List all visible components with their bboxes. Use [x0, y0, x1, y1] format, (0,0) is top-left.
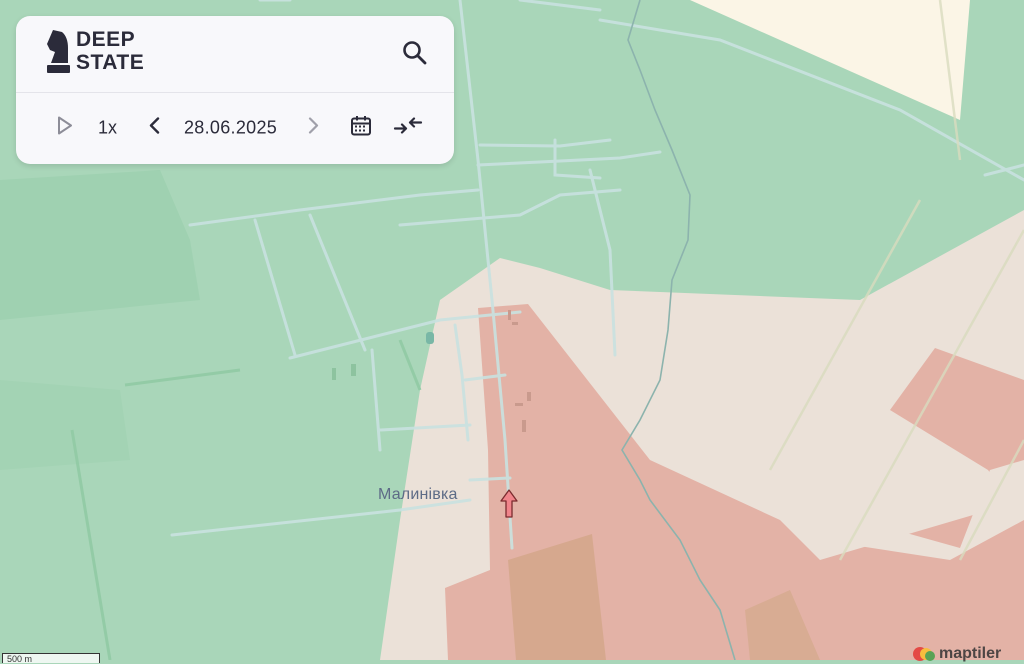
- attribution-logo[interactable]: maptiler: [912, 645, 1001, 663]
- compress-arrows-icon: [393, 117, 423, 134]
- settlement-label: Малинівка: [378, 486, 458, 503]
- current-date[interactable]: 28.06.2025: [184, 118, 277, 139]
- scale-bar: 500 m: [2, 653, 100, 664]
- previous-day-button[interactable]: [148, 117, 162, 140]
- timeline-controls: 1x 28.06.2025: [16, 92, 454, 164]
- search-icon: [403, 41, 427, 65]
- chevron-left-icon: [149, 117, 160, 134]
- chess-knight-icon: [47, 30, 70, 73]
- control-panel: DEEP STATE 1x 28.06.2025: [16, 16, 454, 164]
- calendar-icon: [351, 116, 371, 136]
- logo-line-2: STATE: [76, 51, 145, 74]
- field-patch: [0, 380, 130, 470]
- chevron-right-icon: [308, 117, 319, 134]
- calendar-button[interactable]: [350, 115, 372, 142]
- play-button[interactable]: [56, 116, 74, 141]
- compare-button[interactable]: [393, 115, 423, 142]
- play-icon: [58, 116, 72, 135]
- logo[interactable]: DEEP STATE: [46, 28, 144, 74]
- logo-line-1: DEEP: [76, 28, 136, 51]
- next-day-button[interactable]: [306, 117, 320, 140]
- speed-button[interactable]: 1x: [98, 118, 117, 139]
- panel-header: DEEP STATE: [16, 16, 454, 93]
- attribution-text: maptiler: [939, 645, 1002, 662]
- search-button[interactable]: [402, 40, 428, 66]
